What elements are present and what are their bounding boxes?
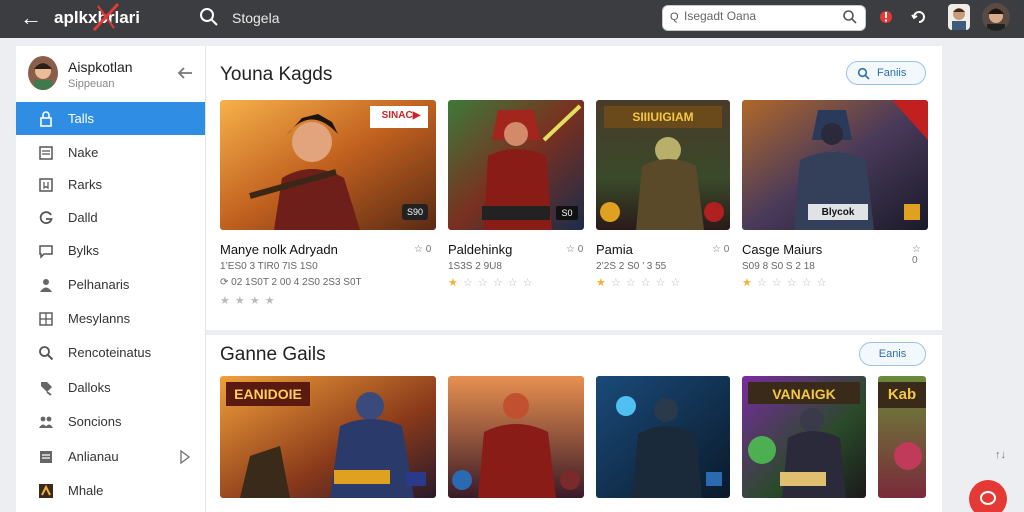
main-content: Youna Kagds Faniis SINAC▶ S90 Manye nolk… [205,46,943,512]
search-box-lead: Q [670,11,679,23]
game-meta: ☆ 0 [912,244,921,266]
thumbnail-banner: VANAIGK [772,386,836,402]
game-stats: 2’2S 2 S0 ’ 3 55 [596,261,667,272]
game-meta: ☆ 0 [414,244,432,255]
search-input[interactable] [684,9,834,23]
game-title[interactable]: Casge Maiurs [742,242,822,257]
g-icon [39,211,53,225]
profile-subtitle: Sippeuan [68,78,115,90]
search-icon[interactable] [198,6,220,28]
section-divider [206,330,943,335]
grid-icon [39,312,53,326]
section-filter-button[interactable]: Eanis [859,342,926,366]
refresh-icon[interactable] [910,8,928,26]
scroll-hint[interactable]: ↑↓ [995,449,1006,461]
sidebar-item-anlianau[interactable]: Anlianau [16,440,205,473]
sidebar-item-label: Mhale [68,483,104,498]
rating-stars: ★ ★ ★ ★ [220,295,276,307]
sidebar-item-rarks[interactable]: Rarks [16,168,205,201]
sidebar-item-dalloks[interactable]: Dalloks [16,371,205,404]
game-stats: 1’ES0 3 TIR0 7IS 1S0 [220,261,318,272]
sidebar-item-label: Pelhanaris [68,277,130,292]
sidebar-item-label: Soncions [68,414,122,429]
rating-stars: ★ ☆ ☆ ☆ ☆ ☆ [596,277,682,289]
game-meta: ☆ 0 [566,244,584,255]
sidebar-item-label: Talls [68,111,95,126]
sidebar-item-label: Dalloks [68,380,111,395]
sidebar-item-soncions[interactable]: Soncions [16,405,205,438]
game-stats: S09 8 S0 S 2 18 [742,261,815,272]
game-title[interactable]: Pamia [596,242,633,257]
chat-fab-button[interactable] [969,480,1007,512]
notification-icon[interactable] [878,8,894,26]
sidebar-item-bylks[interactable]: Bylks [16,234,205,267]
sidebar-item-label: Bylks [68,243,100,258]
game-title[interactable]: Paldehinkg [448,242,512,257]
app-icon [39,484,53,498]
people-icon [39,416,53,428]
game-stats: 1S3S 2 9U8 [448,261,502,272]
lock-icon [40,111,52,127]
top-bar: ← aplkxbrlari Stogela Q [0,0,1024,38]
profile-avatar[interactable] [982,3,1010,31]
rating-stars: ★ ☆ ☆ ☆ ☆ ☆ [742,277,828,289]
sidebar-item-label: Dalld [68,210,98,225]
game-stats-secondary: ⟳ 02 1S0T 2 00 4 2S0 2S3 S0T [220,277,362,288]
bookmark-icon [39,178,53,192]
sidebar-item-pelhanaris[interactable]: Pelhanaris [16,268,205,301]
thumbnail-badge: S0 [561,208,573,218]
game-thumbnail[interactable] [448,376,584,498]
person-icon [40,279,52,292]
game-meta: ☆ 0 [712,244,730,255]
sidebar-item-label: Mesylanns [68,311,131,326]
sidebar-item-label: Rarks [68,177,102,192]
sidebar-item-label: Rencoteinatus [68,345,152,360]
brand-x-mark-icon [92,2,120,32]
rating-stars: ★ ☆ ☆ ☆ ☆ ☆ [448,277,534,289]
expand-arrow-icon[interactable] [178,448,192,466]
section-filter-label: Eanis [878,348,907,360]
thumbnail-banner: Kab [887,386,917,403]
sidebar-avatar[interactable] [28,56,58,90]
thumbnail-banner: EANIDOIE [234,386,302,402]
sidebar-item-mhale[interactable]: Mhale [16,474,205,507]
section-filter-label: Faniis [877,67,907,79]
sidebar-item-label: Anlianau [68,449,119,464]
thumbnail-banner: Blycok [821,207,855,218]
section-filter-button[interactable]: Faniis [846,61,926,85]
back-arrow-icon[interactable]: ← [18,6,44,30]
thumbnail-banner: SIIIUIGIAM [632,110,694,124]
sidebar-item-rencoteinatus[interactable]: Rencoteinatus [16,336,205,369]
sidebar-item-talls[interactable]: Talls [16,102,205,135]
sidebar: Aispkotlan Sippeuan Talls Nake Rarks Dal… [16,46,205,512]
section-title: Ganne Gails [220,344,326,365]
thumbnail-badge: S90 [406,207,423,217]
game-thumbnail[interactable] [596,376,730,498]
search-input-icon[interactable] [842,9,858,25]
search-label[interactable]: Stogela [232,10,279,26]
game-title[interactable]: Manye nolk Adryadn [220,242,338,257]
search-icon [857,67,870,80]
thumbnail-banner: SINAC▶ [381,110,421,121]
user-avatar[interactable] [948,4,970,30]
document-icon [40,451,52,463]
sidebar-item-nake[interactable]: Nake [16,136,205,169]
chat-icon [39,245,53,259]
collapse-arrow-icon[interactable] [176,64,194,82]
search-icon [39,346,54,361]
sidebar-item-mesylanns[interactable]: Mesylanns [16,302,205,335]
sidebar-item-dalld[interactable]: Dalld [16,201,205,234]
tag-icon [41,382,52,396]
chat-bubble-icon [980,491,996,505]
sidebar-item-label: Nake [68,145,99,160]
section-title: Youna Kagds [220,64,333,85]
list-icon [39,146,53,160]
profile-name: Aispkotlan [68,59,133,75]
